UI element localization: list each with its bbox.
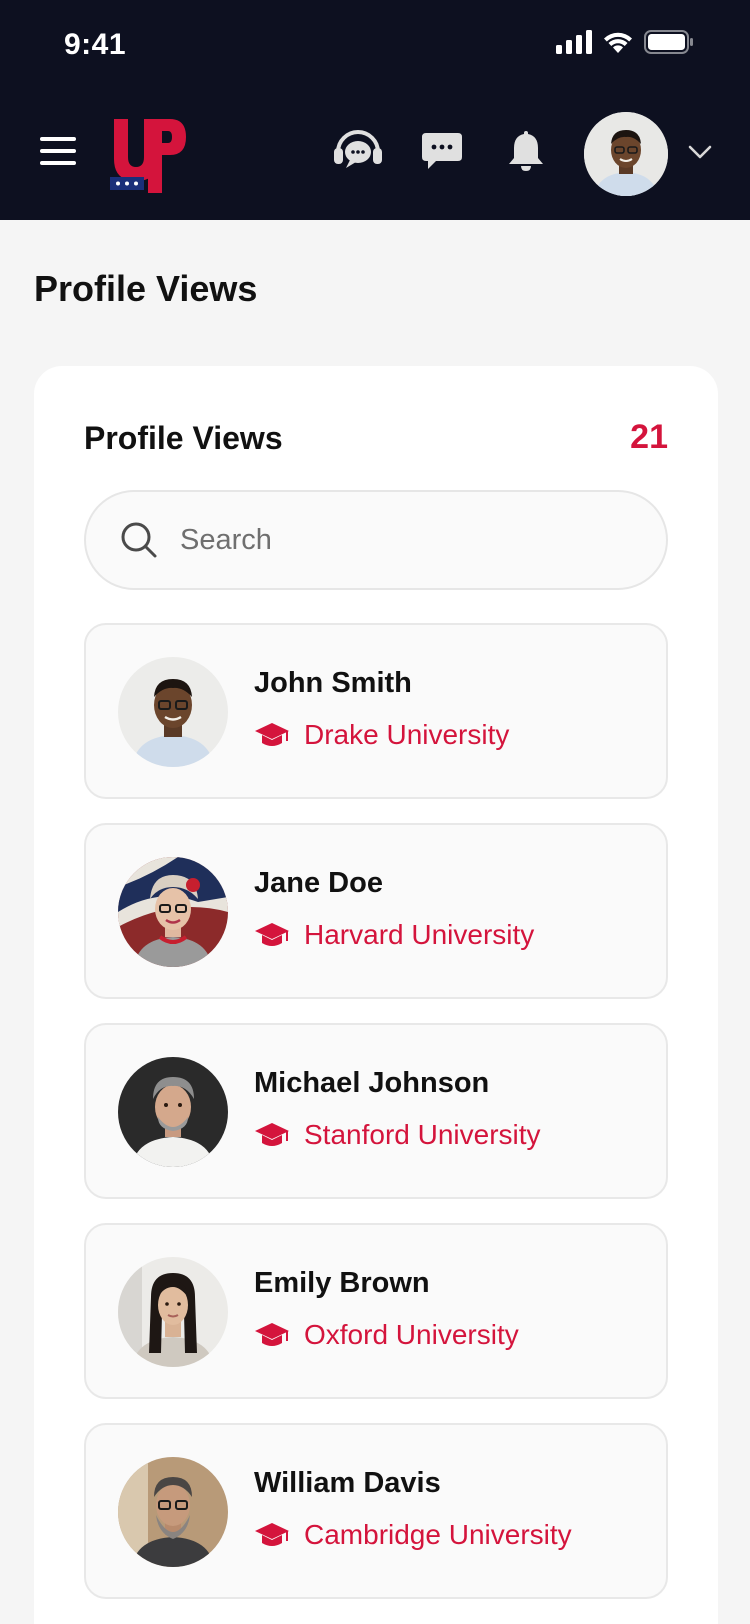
avatar bbox=[118, 1457, 228, 1567]
viewer-university: Cambridge University bbox=[254, 1519, 572, 1551]
avatar bbox=[118, 1057, 228, 1167]
top-header: 9:41 bbox=[0, 0, 750, 220]
avatar bbox=[118, 857, 228, 967]
support-headset-icon[interactable] bbox=[330, 123, 386, 179]
battery-icon bbox=[644, 30, 693, 54]
list-item[interactable]: William Davis Cambridge University bbox=[84, 1423, 668, 1599]
viewer-name: John Smith bbox=[254, 667, 412, 699]
viewer-name: Michael Johnson bbox=[254, 1067, 490, 1099]
graduation-cap-icon bbox=[255, 1123, 289, 1146]
chat-bubble-icon[interactable] bbox=[414, 123, 470, 179]
viewer-university: Drake University bbox=[254, 719, 509, 751]
list-item[interactable]: Emily Brown Oxford University bbox=[84, 1223, 668, 1399]
search-placeholder: Search bbox=[180, 523, 272, 556]
viewer-name: Jane Doe bbox=[254, 867, 383, 899]
university-label: Oxford University bbox=[304, 1319, 519, 1350]
app-logo[interactable] bbox=[108, 113, 190, 195]
card-title: Profile Views bbox=[84, 420, 283, 456]
university-label: Cambridge University bbox=[304, 1519, 572, 1550]
avatar bbox=[118, 1257, 228, 1367]
viewers-list: John Smith Drake University Jane Doe Har… bbox=[84, 623, 668, 1623]
viewer-university: Oxford University bbox=[254, 1319, 519, 1351]
university-label: Stanford University bbox=[304, 1119, 541, 1150]
graduation-cap-icon bbox=[255, 923, 289, 946]
university-label: Harvard University bbox=[304, 919, 535, 950]
search-icon bbox=[121, 522, 157, 558]
graduation-cap-icon bbox=[255, 1323, 289, 1346]
list-item[interactable]: Jane Doe Harvard University bbox=[84, 823, 668, 999]
signal-icon bbox=[556, 30, 592, 54]
page-title: Profile Views bbox=[34, 268, 258, 309]
profile-views-card: Profile Views 21 Search John Smith Drake… bbox=[34, 366, 718, 1624]
chevron-down-icon[interactable] bbox=[686, 138, 714, 166]
viewer-university: Stanford University bbox=[254, 1119, 541, 1151]
status-time: 9:41 bbox=[64, 28, 127, 61]
status-icons bbox=[556, 30, 694, 54]
user-avatar[interactable] bbox=[584, 112, 668, 196]
university-label: Drake University bbox=[304, 719, 510, 750]
viewer-name: William Davis bbox=[254, 1467, 441, 1499]
bell-icon[interactable] bbox=[498, 123, 554, 179]
nav-bar bbox=[0, 105, 750, 200]
viewer-name: Emily Brown bbox=[254, 1267, 430, 1299]
status-bar: 9:41 bbox=[0, 0, 750, 95]
search-input[interactable]: Search bbox=[84, 490, 668, 590]
views-count-badge: 21 bbox=[630, 418, 668, 456]
app-screen: 9:41 Profile Views Profile Views 21 Sear… bbox=[0, 0, 750, 1624]
list-item[interactable]: John Smith Drake University bbox=[84, 623, 668, 799]
viewer-university: Harvard University bbox=[254, 919, 534, 951]
graduation-cap-icon bbox=[255, 723, 289, 746]
graduation-cap-icon bbox=[255, 1523, 289, 1546]
wifi-icon bbox=[604, 32, 632, 53]
menu-icon[interactable] bbox=[38, 131, 78, 171]
list-item[interactable]: Michael Johnson Stanford University bbox=[84, 1023, 668, 1199]
avatar bbox=[118, 657, 228, 767]
